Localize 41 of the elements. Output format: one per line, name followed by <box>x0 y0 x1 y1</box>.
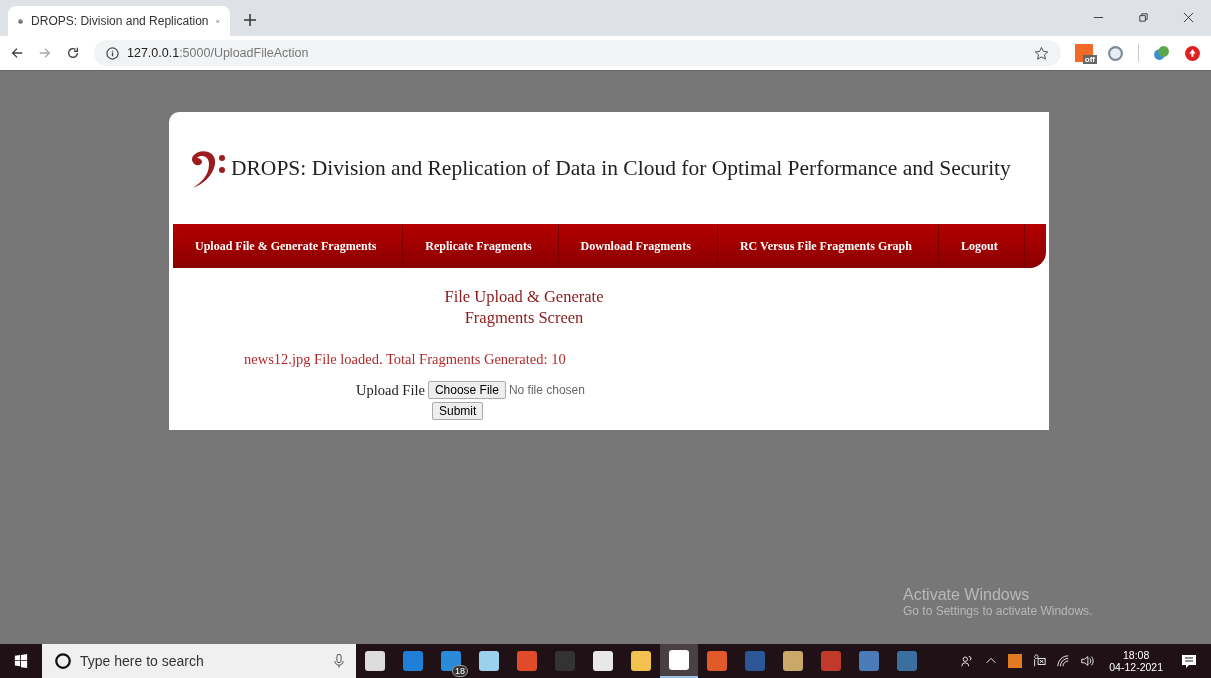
taskbar-app[interactable]: 18 <box>432 644 470 678</box>
wifi-icon[interactable] <box>1056 654 1071 668</box>
notification-icon[interactable] <box>1181 653 1197 669</box>
reload-icon[interactable] <box>66 46 80 60</box>
nav-link[interactable]: Replicate Fragments <box>403 224 559 268</box>
upload-label: Upload File <box>356 381 425 399</box>
people-icon[interactable] <box>960 654 975 668</box>
extension-icon[interactable] <box>1107 44 1124 62</box>
clock-time: 18:08 <box>1123 649 1150 661</box>
tab-title: DROPS: Division and Replication <box>31 14 209 28</box>
submit-button[interactable]: Submit <box>432 402 484 420</box>
bookmark-star-icon[interactable] <box>1034 45 1049 61</box>
microphone-icon <box>334 653 344 669</box>
page-title: DROPS: Division and Replication of Data in Cloud for Optimal Performance and Security <box>231 155 1011 181</box>
start-icon[interactable] <box>14 654 28 668</box>
network-icon[interactable] <box>1032 654 1047 668</box>
nav-link[interactable]: Upload File & Generate Fragments <box>173 224 404 268</box>
taskbar-search-field[interactable]: Type here to search <box>42 644 356 678</box>
new-tab-icon[interactable] <box>244 14 256 26</box>
info-icon <box>106 46 119 60</box>
unread-count: 18 <box>452 665 468 677</box>
nav-link[interactable]: Download Fragments <box>558 224 718 268</box>
activation-message: Go to Settings to activate Windows. <box>903 604 1094 618</box>
address-bar[interactable]: 127.0.0.1:5000/UploadFileAction <box>94 40 1061 66</box>
screen-heading: File Upload & Generate Fragments Screen <box>443 286 605 328</box>
choose-file-button[interactable]: Choose File <box>427 381 506 399</box>
volume-icon[interactable] <box>1080 654 1095 668</box>
nav-link[interactable]: RC Versus File Fragments Graph <box>717 224 939 268</box>
file-status: No file chosen <box>508 383 585 397</box>
clock-date: 04-12-2021 <box>1109 661 1163 673</box>
browser-tab[interactable]: DROPS: Division and Replication <box>8 6 230 36</box>
restore-icon[interactable] <box>1138 12 1149 23</box>
taskbar-app[interactable] <box>660 644 698 678</box>
extension-icon[interactable] <box>1184 44 1201 62</box>
nav-link[interactable]: Logout <box>938 224 1025 268</box>
close-icon[interactable] <box>1183 12 1194 23</box>
search-icon <box>54 652 72 670</box>
status-message: news12.jpg File loaded. Total Fragments Generated: 10 <box>244 351 567 368</box>
activation-title: Activate Windows <box>903 586 1031 604</box>
extension-icon[interactable] <box>1153 44 1170 62</box>
back-icon[interactable] <box>10 46 24 60</box>
